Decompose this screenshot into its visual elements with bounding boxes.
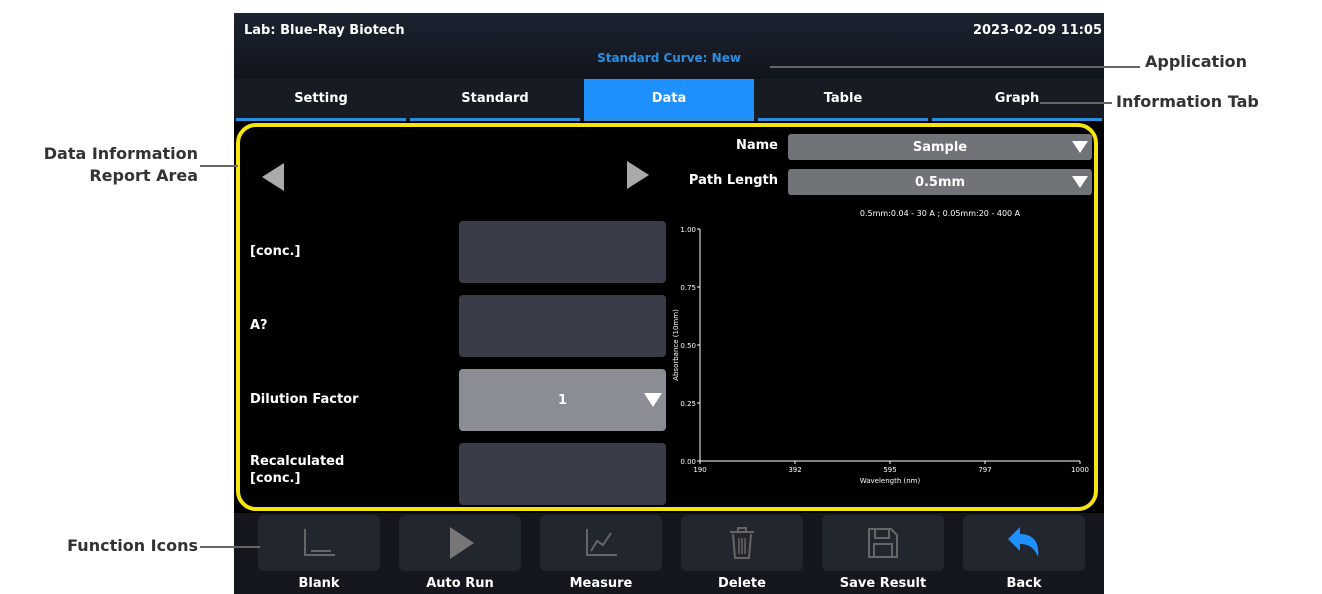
auto-run-button-face — [399, 515, 521, 571]
data-information-report-area: [conc.] A? Dilution Factor 1 Recalculate… — [236, 123, 1098, 511]
back-button[interactable]: Back — [963, 515, 1085, 594]
name-value: Sample — [912, 139, 968, 155]
tab-data[interactable]: Data — [584, 79, 754, 121]
absorbance-chart: 0.00 0.25 0.50 0.75 1.00 190 392 595 797 1000 Wave… — [672, 226, 1089, 485]
y-tick-label: 0.00 — [680, 458, 696, 466]
name-label: Name — [735, 138, 778, 153]
x-tick-label: 797 — [978, 466, 991, 474]
x-axis-label: Wavelength (nm) — [860, 477, 921, 485]
lab-name: Lab: Blue-Ray Biotech — [244, 23, 405, 38]
y-axis-label: Absorbance (10mm) — [672, 309, 680, 381]
data-area-callout-line — [200, 165, 238, 167]
data-area-annotation-line1: Data Information — [43, 144, 198, 163]
dropdown-arrow-icon — [644, 393, 662, 407]
recalculated-label-line2: [conc.] — [250, 471, 301, 486]
trash-icon — [730, 527, 754, 559]
application-title: Standard Curve: New — [597, 51, 741, 65]
y-tick-label: 0.50 — [680, 342, 696, 350]
dropdown-arrow-icon — [1072, 141, 1088, 153]
recalculated-conc-field[interactable] — [459, 443, 666, 505]
save-icon — [868, 528, 898, 558]
back-label: Back — [1006, 576, 1042, 591]
function-icons-annotation: Function Icons — [67, 536, 198, 555]
path-length-value: 0.5mm — [914, 174, 966, 190]
data-area-annotation: Data Information Report Area — [0, 143, 198, 187]
conc-field[interactable] — [459, 221, 666, 283]
x-tick-label: 392 — [788, 466, 801, 474]
information-tab-callout-line — [1040, 102, 1112, 104]
tab-graph[interactable]: Graph — [932, 79, 1102, 121]
dilution-factor-select[interactable]: 1 — [459, 369, 666, 431]
tab-setting[interactable]: Setting — [236, 79, 406, 121]
delete-label: Delete — [718, 576, 766, 591]
save-result-label: Save Result — [839, 576, 927, 591]
conc-label: [conc.] — [250, 244, 301, 259]
function-toolbar: Blank Auto Run Measure Delete Save Resul… — [234, 513, 1104, 594]
back-arrow-icon — [1008, 527, 1039, 557]
x-tick-label: 595 — [883, 466, 896, 474]
path-length-label: Path Length — [688, 173, 778, 188]
auto-run-button[interactable]: Auto Run — [399, 515, 521, 594]
blank-button[interactable]: Blank — [258, 515, 380, 594]
recalculated-conc-label: Recalculated [conc.] — [250, 453, 344, 487]
function-icons-callout-line — [200, 546, 260, 548]
blank-button-face — [258, 515, 380, 571]
back-button-face — [963, 515, 1085, 571]
application-annotation: Application — [1145, 52, 1248, 71]
next-arrow-icon[interactable] — [627, 161, 649, 189]
dilution-factor-label: Dilution Factor — [250, 392, 359, 407]
x-tick-label: 1000 — [1071, 466, 1089, 474]
path-length-select[interactable]: 0.5mm — [788, 169, 1092, 195]
device-screen: Lab: Blue-Ray Biotech 2023-02-09 11:05 S… — [234, 13, 1104, 594]
dropdown-arrow-icon — [1072, 176, 1088, 188]
play-icon — [450, 527, 474, 559]
status-bar: Lab: Blue-Ray Biotech 2023-02-09 11:05 S… — [234, 13, 1104, 79]
delete-button-face — [681, 515, 803, 571]
measure-button[interactable]: Measure — [540, 515, 662, 594]
tab-standard[interactable]: Standard — [410, 79, 580, 121]
datetime: 2023-02-09 11:05 — [972, 23, 1102, 38]
blank-label: Blank — [298, 576, 340, 591]
previous-arrow-icon[interactable] — [262, 163, 284, 191]
information-tabs: Setting Standard Data Table Graph — [234, 79, 1104, 121]
measure-label: Measure — [569, 576, 633, 591]
delete-button[interactable]: Delete — [681, 515, 803, 594]
data-area-annotation-line2: Report Area — [89, 166, 198, 185]
dilution-factor-value: 1 — [557, 392, 568, 408]
measure-icon — [586, 529, 617, 556]
application-callout-line — [770, 66, 1140, 68]
recalculated-label-line1: Recalculated — [250, 454, 345, 469]
y-tick-label: 1.00 — [680, 226, 696, 234]
absorbance-field[interactable] — [459, 295, 666, 357]
range-note: 0.5mm:0.04 - 30 A ; 0.05mm:20 - 400 A — [859, 209, 1021, 218]
a-label: A? — [250, 318, 268, 333]
save-result-button[interactable]: Save Result — [822, 515, 944, 594]
blank-icon — [304, 529, 335, 556]
name-select[interactable]: Sample — [788, 134, 1092, 160]
tab-table[interactable]: Table — [758, 79, 928, 121]
y-tick-label: 0.25 — [680, 400, 696, 408]
measure-button-face — [540, 515, 662, 571]
x-tick-label: 190 — [693, 466, 706, 474]
auto-run-label: Auto Run — [426, 576, 494, 591]
y-tick-label: 0.75 — [680, 284, 696, 292]
save-result-button-face — [822, 515, 944, 571]
information-tab-annotation: Information Tab — [1116, 92, 1259, 111]
